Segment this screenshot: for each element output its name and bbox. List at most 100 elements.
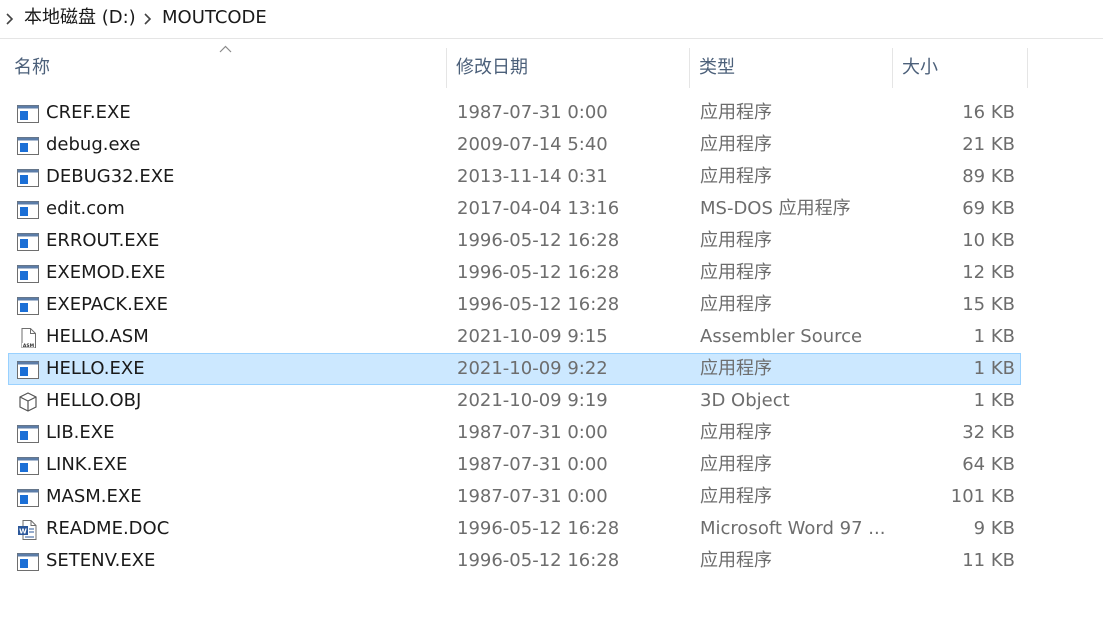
file-type: 应用程序 bbox=[700, 166, 772, 187]
file-type: 应用程序 bbox=[700, 486, 772, 507]
breadcrumb-folder[interactable]: MOUTCODE bbox=[162, 6, 267, 30]
file-size: 12 KB bbox=[962, 262, 1015, 283]
exe-icon bbox=[17, 265, 39, 283]
file-name: LIB.EXE bbox=[46, 422, 115, 443]
file-date: 1987-07-31 0:00 bbox=[457, 422, 608, 443]
file-name: ERROUT.EXE bbox=[46, 230, 160, 251]
file-row[interactable]: ASM HELLO.ASM 2021-10-09 9:15 Assembler … bbox=[8, 321, 1021, 353]
chevron-right-icon[interactable] bbox=[5, 10, 15, 28]
file-date: 1996-05-12 16:28 bbox=[457, 294, 620, 315]
exe-icon bbox=[17, 489, 39, 507]
file-size: 69 KB bbox=[962, 198, 1015, 219]
file-row[interactable]: LINK.EXE 1987-07-31 0:00 应用程序 64 KB bbox=[8, 449, 1021, 481]
svg-text:ASM: ASM bbox=[23, 343, 35, 348]
file-type: 应用程序 bbox=[700, 550, 772, 571]
exe-icon bbox=[17, 233, 39, 251]
file-size: 9 KB bbox=[973, 518, 1015, 539]
address-bar[interactable]: 本地磁盘 (D:) MOUTCODE bbox=[0, 0, 1103, 39]
file-date: 2013-11-14 0:31 bbox=[457, 166, 608, 187]
file-size: 16 KB bbox=[962, 102, 1015, 123]
file-name: SETENV.EXE bbox=[46, 550, 156, 571]
column-header-date[interactable]: 修改日期 bbox=[456, 48, 528, 88]
file-date: 1987-07-31 0:00 bbox=[457, 486, 608, 507]
file-size: 64 KB bbox=[962, 454, 1015, 475]
file-row-selected[interactable]: HELLO.EXE 2021-10-09 9:22 应用程序 1 KB bbox=[8, 353, 1021, 385]
file-row[interactable]: LIB.EXE 1987-07-31 0:00 应用程序 32 KB bbox=[8, 417, 1021, 449]
file-name: HELLO.ASM bbox=[46, 326, 149, 347]
exe-icon bbox=[17, 553, 39, 571]
file-type: 应用程序 bbox=[700, 134, 772, 155]
file-date: 1987-07-31 0:00 bbox=[457, 454, 608, 475]
file-row[interactable]: DEBUG32.EXE 2013-11-14 0:31 应用程序 89 KB bbox=[8, 161, 1021, 193]
file-row[interactable]: CREF.EXE 1987-07-31 0:00 应用程序 16 KB bbox=[8, 97, 1021, 129]
file-type: Assembler Source bbox=[700, 326, 863, 347]
file-date: 1996-05-12 16:28 bbox=[457, 230, 620, 251]
file-size: 10 KB bbox=[962, 230, 1015, 251]
file-size: 101 KB bbox=[950, 486, 1015, 507]
column-divider[interactable] bbox=[446, 48, 447, 88]
file-type: 应用程序 bbox=[700, 262, 772, 283]
file-name: LINK.EXE bbox=[46, 454, 128, 475]
file-row[interactable]: MASM.EXE 1987-07-31 0:00 应用程序 101 KB bbox=[8, 481, 1021, 513]
file-name: EXEMOD.EXE bbox=[46, 262, 166, 283]
exe-icon bbox=[17, 105, 39, 123]
exe-icon bbox=[17, 297, 39, 315]
column-divider[interactable] bbox=[689, 48, 690, 88]
exe-icon bbox=[17, 169, 39, 187]
file-name: README.DOC bbox=[46, 518, 170, 539]
file-type: 应用程序 bbox=[700, 454, 772, 475]
file-size: 89 KB bbox=[962, 166, 1015, 187]
file-row[interactable]: W README.DOC 1996-05-12 16:28 Microsoft … bbox=[8, 513, 1021, 545]
file-size: 21 KB bbox=[962, 134, 1015, 155]
file-type: 应用程序 bbox=[700, 422, 772, 443]
exe-icon bbox=[17, 457, 39, 475]
file-name: edit.com bbox=[46, 198, 125, 219]
exe-icon bbox=[17, 201, 39, 219]
file-name: HELLO.OBJ bbox=[46, 390, 142, 411]
file-size: 1 KB bbox=[973, 326, 1015, 347]
exe-icon bbox=[17, 425, 39, 443]
file-name: debug.exe bbox=[46, 134, 141, 155]
file-date: 1996-05-12 16:28 bbox=[457, 518, 620, 539]
file-date: 2021-10-09 9:22 bbox=[457, 358, 608, 379]
file-row[interactable]: EXEPACK.EXE 1996-05-12 16:28 应用程序 15 KB bbox=[8, 289, 1021, 321]
file-row[interactable]: HELLO.OBJ 2021-10-09 9:19 3D Object 1 KB bbox=[8, 385, 1021, 417]
column-divider[interactable] bbox=[1027, 48, 1028, 88]
file-date: 2017-04-04 13:16 bbox=[457, 198, 620, 219]
file-size: 1 KB bbox=[973, 390, 1015, 411]
column-divider[interactable] bbox=[892, 48, 893, 88]
file-date: 1996-05-12 16:28 bbox=[457, 550, 620, 571]
file-row[interactable]: edit.com 2017-04-04 13:16 MS-DOS 应用程序 69… bbox=[8, 193, 1021, 225]
file-row[interactable]: ERROUT.EXE 1996-05-12 16:28 应用程序 10 KB bbox=[8, 225, 1021, 257]
file-name: DEBUG32.EXE bbox=[46, 166, 175, 187]
file-date: 2009-07-14 5:40 bbox=[457, 134, 608, 155]
file-row[interactable]: debug.exe 2009-07-14 5:40 应用程序 21 KB bbox=[8, 129, 1021, 161]
file-name: MASM.EXE bbox=[46, 486, 142, 507]
file-type: 应用程序 bbox=[700, 358, 772, 379]
file-type: 应用程序 bbox=[700, 102, 772, 123]
file-type: MS-DOS 应用程序 bbox=[700, 198, 851, 219]
column-header-size[interactable]: 大小 bbox=[902, 48, 938, 88]
file-size: 1 KB bbox=[973, 358, 1015, 379]
file-name: EXEPACK.EXE bbox=[46, 294, 168, 315]
file-type: 应用程序 bbox=[700, 294, 772, 315]
file-date: 1987-07-31 0:00 bbox=[457, 102, 608, 123]
file-type: 3D Object bbox=[700, 390, 790, 411]
exe-icon bbox=[17, 361, 39, 379]
breadcrumb-drive[interactable]: 本地磁盘 (D:) bbox=[24, 6, 136, 30]
file-type: 应用程序 bbox=[700, 230, 772, 251]
chevron-right-icon[interactable] bbox=[143, 10, 153, 28]
word-doc-icon: W bbox=[18, 520, 37, 540]
file-date: 2021-10-09 9:19 bbox=[457, 390, 608, 411]
file-row[interactable]: SETENV.EXE 1996-05-12 16:28 应用程序 11 KB bbox=[8, 545, 1021, 577]
file-size: 15 KB bbox=[962, 294, 1015, 315]
file-date: 1996-05-12 16:28 bbox=[457, 262, 620, 283]
column-header-name[interactable]: 名称 bbox=[14, 48, 50, 88]
file-size: 32 KB bbox=[962, 422, 1015, 443]
column-header-row: 名称 修改日期 类型 大小 bbox=[0, 48, 1103, 88]
file-name: CREF.EXE bbox=[46, 102, 131, 123]
column-header-type[interactable]: 类型 bbox=[699, 48, 735, 88]
file-type: Microsoft Word 97 ... bbox=[700, 518, 886, 539]
file-row[interactable]: EXEMOD.EXE 1996-05-12 16:28 应用程序 12 KB bbox=[8, 257, 1021, 289]
asm-file-icon: ASM bbox=[21, 328, 36, 348]
